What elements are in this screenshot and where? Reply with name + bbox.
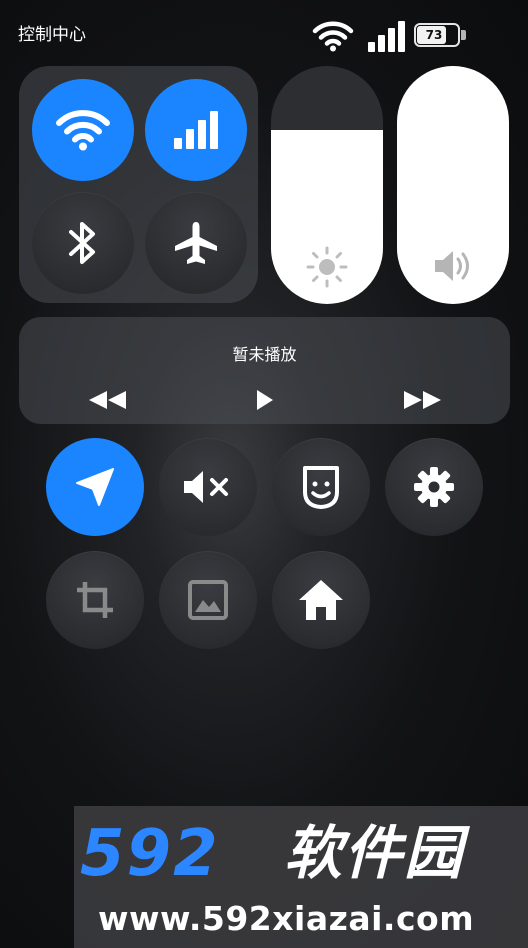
gallery-button[interactable] (159, 551, 257, 649)
rewind-icon[interactable] (89, 391, 127, 409)
gallery-icon (188, 580, 228, 620)
home-button[interactable] (272, 551, 370, 649)
location-button[interactable] (46, 438, 144, 536)
page-title: 控制中心 (18, 25, 86, 45)
cellular-signal-icon (174, 111, 218, 149)
watermark-url: www.592xiazai.com (98, 899, 475, 938)
settings-button[interactable] (385, 438, 483, 536)
location-arrow-icon (76, 468, 114, 506)
volume-slider[interactable] (397, 66, 509, 304)
watermark-brand-number: 592 (80, 817, 220, 891)
wifi-toggle-button[interactable] (32, 79, 134, 181)
mute-button[interactable] (159, 438, 257, 536)
play-icon[interactable] (256, 390, 274, 410)
brightness-slider[interactable] (271, 66, 383, 304)
volume-icon (435, 251, 469, 281)
mute-icon (184, 471, 228, 503)
settings-gear-icon (414, 467, 454, 507)
airplane-icon (175, 222, 217, 264)
crop-button[interactable] (46, 551, 144, 649)
watermark: 592 软件园 www.592xiazai.com (74, 806, 528, 948)
battery-level: 73 (425, 28, 443, 42)
cellular-status-icon (368, 21, 405, 52)
face-button[interactable] (272, 438, 370, 536)
media-player-panel: 暂未播放 (19, 317, 510, 424)
cellular-toggle-button[interactable] (145, 79, 247, 181)
home-icon (299, 580, 343, 620)
bluetooth-toggle-button[interactable] (32, 192, 134, 294)
bluetooth-icon (69, 222, 95, 264)
fast-forward-icon[interactable] (403, 391, 441, 409)
battery-cap (461, 30, 466, 40)
watermark-brand-name: 软件园 (284, 819, 465, 887)
wifi-icon (56, 110, 110, 151)
airplane-mode-button[interactable] (145, 192, 247, 294)
battery-icon: 73 (414, 23, 460, 47)
crop-icon (77, 582, 113, 618)
wifi-status-icon (312, 21, 354, 52)
brightness-icon (306, 246, 348, 288)
face-icon (303, 466, 339, 509)
media-title: 暂未播放 (232, 345, 297, 364)
